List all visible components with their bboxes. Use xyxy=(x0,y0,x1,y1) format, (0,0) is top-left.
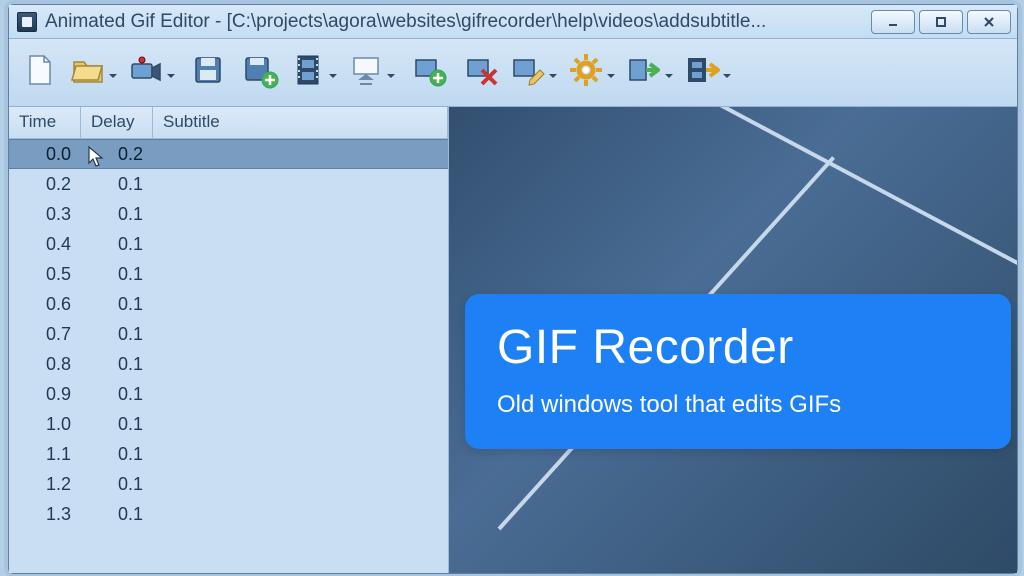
new-file-icon xyxy=(20,50,60,95)
close-button[interactable] xyxy=(967,10,1011,34)
settings-gear-icon xyxy=(566,50,606,95)
table-row[interactable]: 1.00.1 xyxy=(9,409,448,439)
cell-time: 1.0 xyxy=(9,414,81,435)
settings-gear-button[interactable] xyxy=(565,45,621,101)
camera-record-button[interactable] xyxy=(125,45,181,101)
cell-delay: 0.1 xyxy=(81,384,153,405)
title-bar[interactable]: Animated Gif Editor - [C:\projects\agora… xyxy=(9,5,1017,39)
cell-delay: 0.1 xyxy=(81,174,153,195)
cell-delay: 0.1 xyxy=(81,444,153,465)
export-film-button[interactable] xyxy=(681,45,737,101)
cell-time: 0.8 xyxy=(9,354,81,375)
column-header-subtitle[interactable]: Subtitle xyxy=(153,107,448,138)
app-icon xyxy=(17,12,37,32)
overlay-subtitle: Old windows tool that edits GIFs xyxy=(497,391,979,419)
minimize-button[interactable] xyxy=(871,10,915,34)
chevron-down-icon[interactable] xyxy=(386,68,396,78)
cell-delay: 0.1 xyxy=(81,204,153,225)
add-frame-button[interactable] xyxy=(403,45,453,101)
chevron-down-icon[interactable] xyxy=(548,68,558,78)
save-icon xyxy=(188,50,228,95)
maximize-button[interactable] xyxy=(919,10,963,34)
cell-time: 0.3 xyxy=(9,204,81,225)
projector-icon xyxy=(346,50,386,95)
cell-delay: 0.1 xyxy=(81,354,153,375)
cell-time: 0.5 xyxy=(9,264,81,285)
table-row[interactable]: 0.40.1 xyxy=(9,229,448,259)
chevron-down-icon[interactable] xyxy=(664,68,674,78)
cell-delay: 0.1 xyxy=(81,474,153,495)
cell-delay: 0.1 xyxy=(81,234,153,255)
cell-delay: 0.1 xyxy=(81,294,153,315)
open-folder-button[interactable] xyxy=(67,45,123,101)
filmstrip-button[interactable] xyxy=(287,45,343,101)
cell-time: 0.2 xyxy=(9,174,81,195)
projector-button[interactable] xyxy=(345,45,401,101)
table-row[interactable]: 0.00.2 xyxy=(9,139,448,169)
table-row[interactable]: 1.30.1 xyxy=(9,499,448,529)
table-row[interactable]: 0.70.1 xyxy=(9,319,448,349)
save-plus-icon xyxy=(240,50,280,95)
cell-time: 1.1 xyxy=(9,444,81,465)
cell-time: 0.9 xyxy=(9,384,81,405)
table-row[interactable]: 0.30.1 xyxy=(9,199,448,229)
cell-time: 0.7 xyxy=(9,324,81,345)
save-button[interactable] xyxy=(183,45,233,101)
frame-list-panel: Time Delay Subtitle 0.00.20.20.10.30.10.… xyxy=(9,107,449,573)
edit-frame-button[interactable] xyxy=(507,45,563,101)
export-right-button[interactable] xyxy=(623,45,679,101)
cell-time: 1.2 xyxy=(9,474,81,495)
chevron-down-icon[interactable] xyxy=(108,68,118,78)
cell-delay: 0.2 xyxy=(81,144,153,165)
add-frame-icon xyxy=(408,50,448,95)
table-row[interactable]: 1.10.1 xyxy=(9,439,448,469)
cell-delay: 0.1 xyxy=(81,264,153,285)
column-header-delay[interactable]: Delay xyxy=(81,107,153,138)
table-row[interactable]: 1.20.1 xyxy=(9,469,448,499)
info-overlay-card: GIF Recorder Old windows tool that edits… xyxy=(465,294,1011,449)
frame-list-header[interactable]: Time Delay Subtitle xyxy=(9,107,448,139)
window-title: Animated Gif Editor - [C:\projects\agora… xyxy=(45,11,871,33)
table-row[interactable]: 0.60.1 xyxy=(9,289,448,319)
overlay-title: GIF Recorder xyxy=(497,320,979,375)
column-header-time[interactable]: Time xyxy=(9,107,81,138)
cell-delay: 0.1 xyxy=(81,324,153,345)
remove-frame-icon xyxy=(460,50,500,95)
new-file-button[interactable] xyxy=(15,45,65,101)
edit-frame-icon xyxy=(508,50,548,95)
chevron-down-icon[interactable] xyxy=(166,68,176,78)
remove-frame-button[interactable] xyxy=(455,45,505,101)
chevron-down-icon[interactable] xyxy=(722,68,732,78)
filmstrip-icon xyxy=(288,50,328,95)
camera-record-icon xyxy=(126,50,166,95)
export-right-icon xyxy=(624,50,664,95)
app-window: Animated Gif Editor - [C:\projects\agora… xyxy=(8,4,1018,574)
cell-time: 0.0 xyxy=(9,144,81,165)
export-film-icon xyxy=(682,50,722,95)
open-folder-icon xyxy=(68,50,108,95)
cell-time: 0.6 xyxy=(9,294,81,315)
cell-delay: 0.1 xyxy=(81,504,153,525)
table-row[interactable]: 0.90.1 xyxy=(9,379,448,409)
toolbar xyxy=(9,39,1017,107)
cell-delay: 0.1 xyxy=(81,414,153,435)
cell-time: 0.4 xyxy=(9,234,81,255)
chevron-down-icon[interactable] xyxy=(328,68,338,78)
chevron-down-icon[interactable] xyxy=(606,68,616,78)
table-row[interactable]: 0.50.1 xyxy=(9,259,448,289)
save-plus-button[interactable] xyxy=(235,45,285,101)
cell-time: 1.3 xyxy=(9,504,81,525)
table-row[interactable]: 0.20.1 xyxy=(9,169,448,199)
table-row[interactable]: 0.80.1 xyxy=(9,349,448,379)
